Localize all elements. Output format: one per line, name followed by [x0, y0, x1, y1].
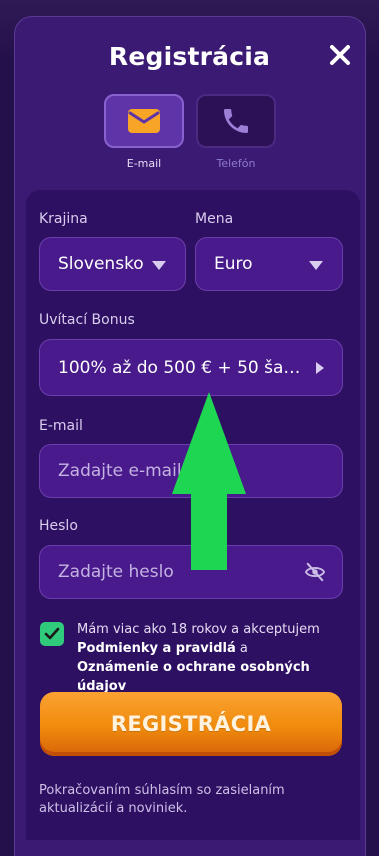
chevron-down-icon	[309, 261, 323, 270]
chevron-right-icon	[316, 361, 324, 374]
country-value: Slovensko	[58, 254, 144, 274]
country-select[interactable]: Slovensko	[39, 237, 186, 291]
tab-email[interactable]	[104, 94, 184, 148]
consent-text: Mám viac ako 18 rokov a akceptujem Podmi…	[77, 620, 357, 696]
bonus-select[interactable]: 100% až do 500 € + 50 šanc...	[39, 339, 343, 396]
chevron-down-icon	[152, 261, 166, 270]
close-button[interactable]	[326, 41, 354, 69]
consent-connector: a	[235, 641, 248, 656]
terms-link[interactable]: Podmienky a pravidlá	[77, 641, 236, 656]
eye-off-icon[interactable]	[304, 562, 326, 582]
country-label: Krajina	[39, 211, 88, 227]
email-label: E-mail	[39, 418, 83, 434]
newsletter-notice: Pokračovaním súhlasím so zasielaním aktu…	[39, 783, 285, 816]
envelope-icon	[128, 109, 160, 133]
currency-value: Euro	[214, 254, 253, 274]
phone-icon	[224, 109, 248, 133]
register-button[interactable]: REGISTRÁCIA	[40, 692, 342, 756]
currency-label: Mena	[195, 211, 234, 227]
tab-phone[interactable]	[196, 94, 276, 148]
currency-select[interactable]: Euro	[195, 237, 343, 291]
password-label: Heslo	[39, 518, 78, 534]
checkmark-icon	[44, 627, 60, 640]
consent-checkbox[interactable]	[40, 622, 64, 646]
consent-plain: Mám viac ako 18 rokov a akceptujem	[77, 622, 320, 637]
bonus-value: 100% až do 500 € + 50 šanc...	[58, 357, 302, 378]
arrow-up-icon	[172, 392, 246, 570]
privacy-link[interactable]: Oznámenie o ochrane osobných údajov	[77, 660, 310, 694]
tab-label-phone: Telefón	[216, 157, 256, 170]
close-icon	[330, 45, 350, 65]
modal-title: Registrácia	[108, 42, 271, 71]
tab-label-email: E-mail	[126, 157, 162, 170]
bonus-label: Uvítací Bonus	[39, 312, 135, 328]
